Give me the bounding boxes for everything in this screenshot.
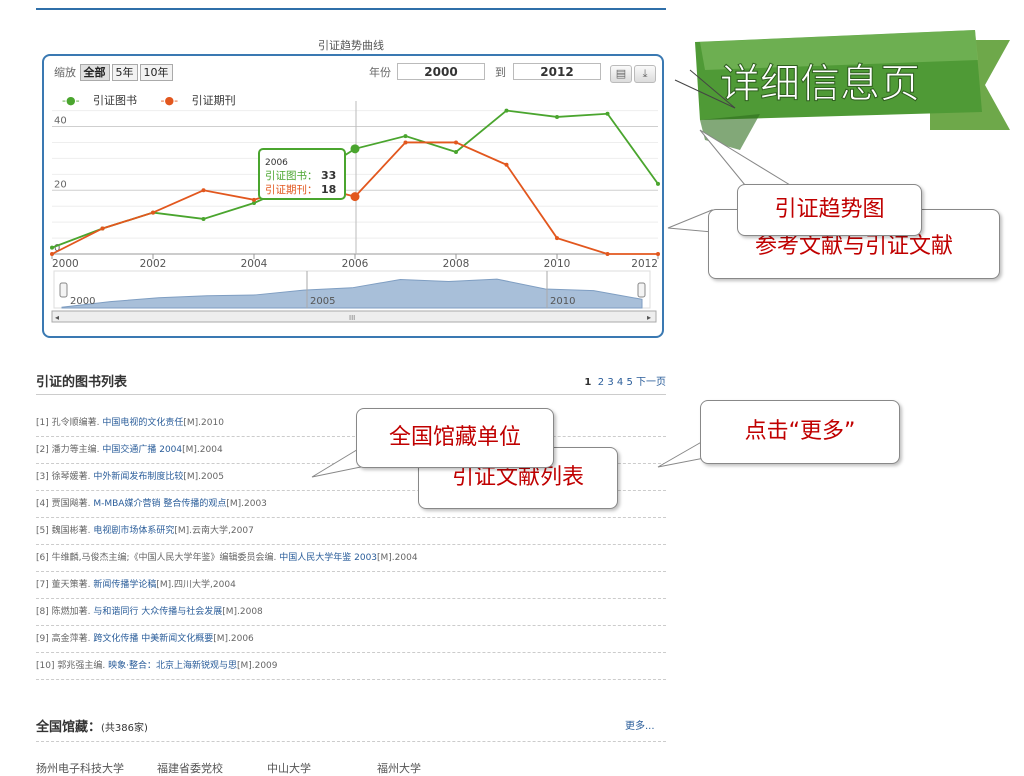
x-tick-label: 2008 [443, 258, 470, 270]
point-books[interactable] [350, 144, 360, 154]
point-journals[interactable] [151, 210, 155, 215]
x-tick-label: 2004 [241, 258, 268, 270]
point-books[interactable] [403, 134, 408, 139]
banner-ribbon: 详细信息页 [674, 30, 1010, 150]
list-item: [9] 高金萍著. 跨文化传播 中美新闻文化概要[M].2006 [36, 626, 666, 653]
libraries-divider [36, 741, 666, 743]
callout-tail-trend [699, 129, 792, 186]
book-title-link[interactable]: 电视剧市场体系研究 [93, 526, 174, 536]
callout-more: 点击“更多” [700, 400, 900, 464]
book-title-link[interactable]: 中国人民大学年鉴 2003 [279, 553, 377, 563]
book-title-link[interactable]: 新闻传播学论稿 [93, 580, 156, 590]
libraries-partial-row: 扬州电子科技大学 福建省委党校 中山大学 福州大学 [36, 762, 421, 775]
navigator-label-2000: 2000 [70, 296, 95, 307]
point-journals[interactable] [454, 140, 458, 145]
book-title-link[interactable]: 中国电视的文化责任 [102, 418, 183, 428]
point-books[interactable] [50, 245, 54, 250]
point-books[interactable] [201, 216, 206, 221]
x-tick-label: 2000 [52, 258, 79, 270]
page-5[interactable]: 5 [626, 377, 632, 388]
point-journals[interactable] [100, 226, 105, 231]
book-title-link[interactable]: 与和谐同行 大众传播与社会发展 [93, 607, 222, 617]
tooltip-journals-label: 引证期刊： [265, 183, 318, 196]
scroll-left-arrow-icon[interactable]: ◂ [55, 313, 59, 322]
chart-title: 引证趋势曲线 [318, 39, 384, 52]
books-divider [36, 394, 666, 395]
y-tick-label: 40 [54, 116, 67, 127]
tooltip-journals-value: 18 [321, 183, 336, 196]
list-item: [8] 陈燃加著. 与和谐同行 大众传播与社会发展[M].2008 [36, 599, 666, 626]
libraries-count: (共386家) [101, 723, 148, 734]
callout-holdings: 全国馆藏单位 [356, 408, 554, 468]
scroll-right-arrow-icon[interactable]: ▸ [647, 313, 651, 322]
book-title-link[interactable]: 映象·整合：北京上海新锐观与思 [108, 661, 237, 671]
books-section-title: 引证的图书列表 [36, 375, 128, 390]
page-3[interactable]: 3 [607, 377, 613, 388]
tooltip-books-label: 引证图书： [265, 169, 318, 182]
top-divider [36, 8, 666, 10]
libraries-title: 全国馆藏：(共386家) [36, 720, 148, 735]
book-title-link[interactable]: 中国交通广播 2004 [102, 445, 182, 455]
point-books[interactable] [504, 108, 509, 113]
navigator-right-handle[interactable] [637, 282, 646, 298]
point-journals[interactable] [50, 252, 54, 256]
callout-tail-refs [667, 209, 713, 233]
next-page-link[interactable]: 下一页 [636, 377, 666, 388]
point-journals[interactable] [504, 162, 509, 167]
point-journals[interactable] [605, 252, 610, 256]
x-tick-label: 2002 [140, 258, 167, 270]
x-tick-label: 2006 [342, 258, 369, 270]
book-title-link[interactable]: 中外新闻发布制度比较 [93, 472, 183, 482]
trend-chart-panel: 缩放 全部 5年 10年 年份 2000 到 2012 ▤ ⤓ -●- 引证图书 -… [42, 54, 664, 338]
callout-trend: 引证趋势图 [737, 184, 922, 236]
tooltip-books-value: 33 [321, 169, 336, 182]
point-journals[interactable] [350, 192, 360, 202]
book-title-link[interactable]: M-MBA媒介营销 整合传播的观点 [93, 499, 226, 509]
x-tick-label: 2010 [544, 258, 571, 270]
page-1[interactable]: 1 [584, 377, 591, 388]
point-books[interactable] [656, 181, 660, 186]
more-libraries-link[interactable]: 更多... [625, 717, 655, 732]
list-item: [6] 牛维麟,马俊杰主编;《中国人民大学年鉴》编辑委员会编. 中国人民大学年鉴… [36, 545, 666, 572]
navigator-label-2010: 2010 [550, 296, 575, 307]
point-journals[interactable] [201, 188, 206, 193]
point-journals[interactable] [252, 197, 256, 202]
page-2[interactable]: 2 [598, 377, 604, 388]
navigator-label-2005: 2005 [310, 296, 335, 307]
scroll-thumb-grip[interactable]: III [349, 314, 355, 322]
point-journals[interactable] [555, 236, 559, 241]
point-books[interactable] [454, 150, 458, 154]
point-books[interactable] [605, 111, 610, 116]
list-item: [5] 魏国彬著. 电视剧市场体系研究[M].云南大学,2007 [36, 518, 666, 545]
tooltip-year: 2006 [265, 158, 288, 168]
navigator-left-handle[interactable] [59, 282, 68, 298]
book-title-link[interactable]: 跨文化传播 中美新闻文化概要 [93, 634, 213, 644]
x-tick-label: 2012 [631, 258, 658, 270]
list-item: [7] 董天策著. 新闻传播学论稿[M].四川大学,2004 [36, 572, 666, 599]
point-books[interactable] [555, 114, 559, 119]
list-item: [1] 孔令顺编著. 中国电视的文化责任[M].2010 [36, 410, 666, 437]
chart-tooltip: 2006 引证图书： 33 引证期刊： 18 [258, 148, 346, 200]
pagination: 1 2 3 4 5 下一页 [584, 373, 666, 388]
list-item: [10] 郭兆强主编. 映象·整合：北京上海新锐观与思[M].2009 [36, 653, 666, 680]
banner-text: 详细信息页 [720, 61, 920, 107]
y-tick-label: 20 [54, 179, 67, 190]
page-4[interactable]: 4 [617, 377, 623, 388]
trend-plot: 02040 2000 2002 2004 2006 2008 2010 2012 2000 … [50, 101, 660, 323]
series-line-books [51, 109, 659, 249]
point-journals[interactable] [656, 252, 660, 256]
point-journals[interactable] [403, 140, 408, 145]
